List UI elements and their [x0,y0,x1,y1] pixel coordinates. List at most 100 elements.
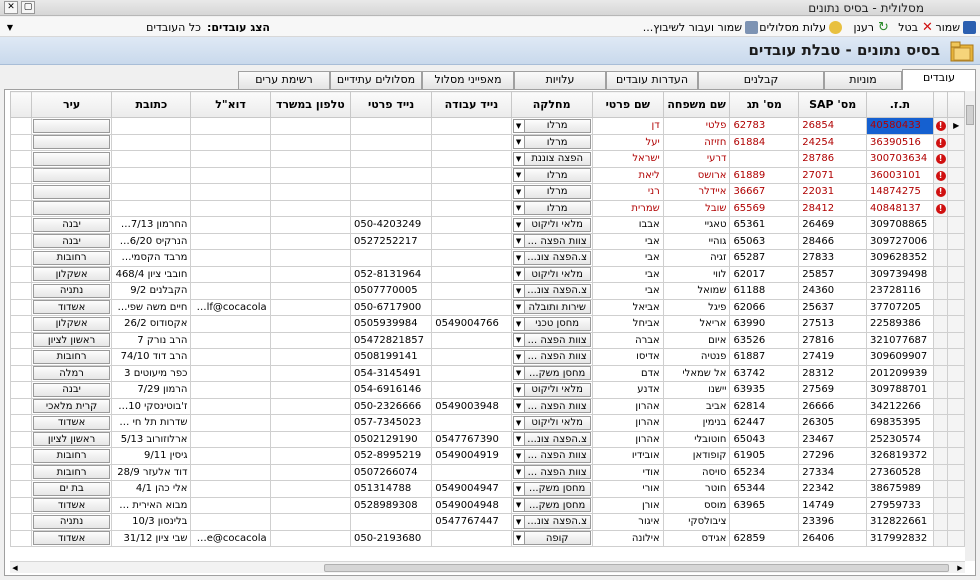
table-row[interactable]: 22589386 27513 63990 אריאל אביחל מחסן טכני ▼ 05… [10,315,965,333]
cell-work-mobile[interactable] [431,381,512,399]
column-header-last-name[interactable]: שם משפחה [662,91,731,118]
table-row[interactable]: 23728116 24360 61188 שמואל אבי צ.הפצה צונ... ▼… [10,282,965,300]
cell-tag[interactable]: 65569 [729,199,800,217]
cell-city[interactable]: רחובות [30,463,113,481]
cell-private-mobile[interactable]: 050-6717900 [349,298,433,316]
cell-sap[interactable]: 24254 [798,133,868,151]
cell-office-phone[interactable] [269,315,351,333]
cell-email[interactable] [190,397,271,415]
cell-city[interactable]: יבנה [30,216,113,234]
department-combo[interactable]: מרלו ▼ [512,201,591,216]
department-combo[interactable]: מחסן טכני ▼ [512,316,591,331]
scroll-right-icon[interactable]: ▶ [955,562,965,574]
cell-department[interactable]: צ.הפצה צונ... ▼ [510,249,593,267]
cell-last-name[interactable]: איום [662,331,731,349]
table-row[interactable]: 201209939 28312 63742 אל שמאלי אדם מחסן משק..… [10,364,965,382]
routes-costs-button[interactable]: עלות מסלולים [759,17,842,37]
cell-id[interactable]: 300703634 [866,150,934,168]
cell-email[interactable] [190,331,271,349]
cell-address[interactable]: הרב דוד 74/10 [111,348,192,366]
cell-department[interactable]: מחסן משק... ▼ [510,496,593,514]
city-button[interactable]: אשקלון [32,316,111,331]
cell-last-name[interactable]: איידלר [662,183,731,201]
cell-email[interactable] [190,414,271,432]
cell-last-name[interactable]: חוטר [662,480,731,498]
department-combo[interactable]: צ.הפצה צונ... ▼ [512,283,591,298]
department-combo[interactable]: מחסן משק... ▼ [512,481,591,496]
row-indicator[interactable] [947,199,965,217]
chevron-down-icon[interactable]: ▼ [4,23,16,32]
department-combo[interactable]: מרלו ▼ [512,118,591,133]
cell-department[interactable]: מחסן משק... ▼ [510,480,593,498]
row-indicator[interactable] [947,265,965,283]
cell-office-phone[interactable] [269,513,351,531]
cell-work-mobile[interactable] [431,216,512,234]
cell-private-mobile[interactable]: 050-4203249 [349,216,433,234]
cell-address[interactable]: מבוא האירית 1... [111,496,192,514]
cell-private-mobile[interactable]: 052-8131964 [349,265,433,283]
cell-city[interactable]: ראשון לציון [30,430,113,448]
cell-id[interactable]: 309727006 [866,232,934,250]
cell-id[interactable]: 14874275 [866,183,934,201]
chevron-down-icon[interactable]: ▼ [513,136,525,149]
cell-city[interactable]: בת ים [30,480,113,498]
cell-tag[interactable]: 65361 [729,216,800,234]
department-combo[interactable]: צוות הפצה ... ▼ [512,349,591,364]
cell-sap[interactable]: 27513 [798,315,868,333]
cell-last-name[interactable]: ציבולסקי [662,513,731,531]
table-row[interactable]: 309739498 25857 62017 לווי אבי מלאי וליקוט ▼ 05… [10,265,965,283]
row-indicator[interactable] [947,232,965,250]
cell-department[interactable]: צ.הפצה צונ... ▼ [510,430,593,448]
cell-department[interactable]: צוות הפצה ... ▼ [510,348,593,366]
cell-tag[interactable]: 63990 [729,315,800,333]
row-indicator[interactable] [947,298,965,316]
cell-id[interactable]: 40848137 [866,199,934,217]
cell-department[interactable]: צוות הפצה ... ▼ [510,232,593,250]
cell-office-phone[interactable] [269,447,351,465]
cell-last-name[interactable]: חוטובלי [662,430,731,448]
cell-id[interactable]: 34212266 [866,397,934,415]
row-indicator[interactable] [947,513,965,531]
department-combo[interactable]: מרלו ▼ [512,135,591,150]
cell-address[interactable] [111,166,192,184]
cell-office-phone[interactable] [269,364,351,382]
cell-sap[interactable]: 27071 [798,166,868,184]
row-indicator[interactable] [947,331,965,349]
cell-sap[interactable]: 26305 [798,414,868,432]
cell-tag[interactable]: 62783 [729,117,800,135]
cell-id[interactable]: 23728116 [866,282,934,300]
cell-tag[interactable]: 65043 [729,430,800,448]
cell-tag[interactable]: 65287 [729,249,800,267]
chevron-down-icon[interactable]: ▼ [513,416,525,429]
cell-sap[interactable]: 28312 [798,364,868,382]
column-header-sap[interactable]: מס' SAP [798,91,868,118]
chevron-down-icon[interactable]: ▼ [513,317,525,330]
table-row[interactable]: 37707205 25637 62066 פיגל אביאל שירות ותובלה ▼… [10,298,965,316]
cell-address[interactable] [111,150,192,168]
cell-department[interactable]: מלאי וליקוט ▼ [510,265,593,283]
cell-email[interactable] [190,364,271,382]
cell-first-name[interactable]: אובידיו [591,447,664,465]
cell-tag[interactable]: 62066 [729,298,800,316]
cell-office-phone[interactable] [269,183,351,201]
cell-city[interactable]: אשדוד [30,414,113,432]
cell-private-mobile[interactable]: 054-3145491 [349,364,433,382]
cell-city[interactable]: אשדוד [30,298,113,316]
cell-email[interactable]: ilonae@cocacola... [190,529,271,547]
cell-email[interactable]: avielf@cocacola... [190,298,271,316]
employee-filter[interactable]: הצג עובדים: כל העובדים ▼ [4,19,270,35]
cell-email[interactable] [190,348,271,366]
cell-tag[interactable]: 62447 [729,414,800,432]
cell-private-mobile[interactable]: 0505939984 [349,315,433,333]
cell-work-mobile[interactable]: 0549004766 [431,315,512,333]
cell-address[interactable]: חובבי ציון 468/4 [111,265,192,283]
cell-last-name[interactable]: שמואל [662,282,731,300]
chevron-down-icon[interactable]: ▼ [513,235,525,248]
cell-last-name[interactable]: גוהיי [662,232,731,250]
tab-costs[interactable]: עלויות [514,71,606,89]
table-row[interactable]: 309708865 26469 65361 טאגיי אבבו מלאי וליקוט ▼… [10,216,965,234]
vertical-scroll-thumb[interactable] [966,105,974,125]
cell-id[interactable]: 25230574 [866,430,934,448]
cell-tag[interactable]: 62859 [729,529,800,547]
cell-office-phone[interactable] [269,529,351,547]
